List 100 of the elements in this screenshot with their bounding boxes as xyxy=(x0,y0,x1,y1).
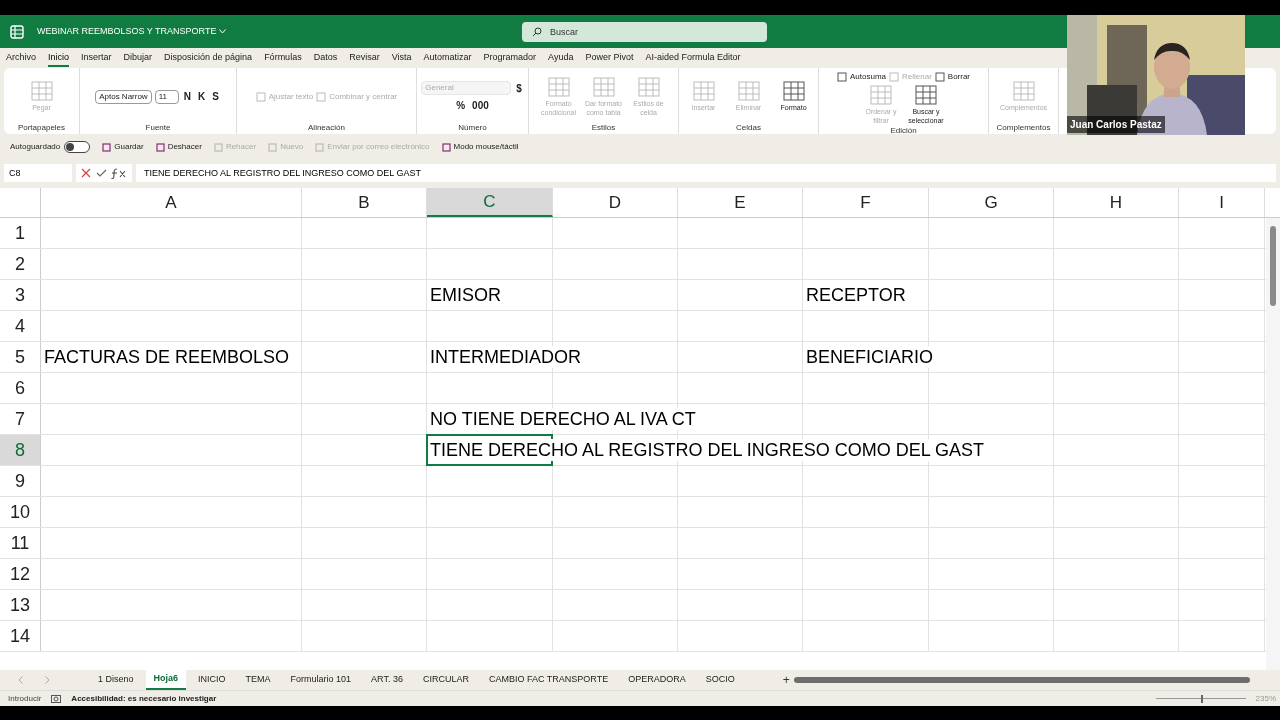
column-header[interactable]: I xyxy=(1179,188,1265,217)
row-header[interactable]: 8 xyxy=(0,435,41,465)
group-label: Alineación xyxy=(307,122,346,134)
group-label: Estilos xyxy=(590,122,617,134)
formula-controls-icon xyxy=(76,164,132,182)
table-icon xyxy=(782,81,805,101)
square-icon xyxy=(102,142,112,152)
menu-tab[interactable]: Vista xyxy=(391,49,412,67)
ribbon-button[interactable]: Autosuma xyxy=(836,71,886,83)
column-header[interactable]: F xyxy=(803,188,929,217)
toolbar-button[interactable]: Deshacer xyxy=(155,141,202,153)
sheet-tab[interactable]: OPERADORA xyxy=(620,670,694,690)
sheet-tab[interactable]: 1 Diseno xyxy=(90,670,142,690)
sheet-tab[interactable]: CAMBIO FAC TRANSPORTE xyxy=(481,670,617,690)
row-header[interactable]: 11 xyxy=(0,528,41,558)
accessibility-status[interactable]: Accesibilidad: es necesario investigar xyxy=(71,692,217,705)
formula-field[interactable]: TIENE DERECHO AL REGISTRO DEL INGRESO COMO DEL GAST xyxy=(136,164,1276,182)
sheet-tab[interactable]: CIRCULAR xyxy=(414,670,477,690)
spreadsheet-icon xyxy=(10,24,24,39)
group-label: Edición xyxy=(889,125,918,137)
column-header[interactable]: H xyxy=(1054,188,1179,217)
sheet-tab[interactable]: SOCIO xyxy=(697,670,743,690)
format-button[interactable]: K xyxy=(195,89,208,104)
menu-tab[interactable]: Ayuda xyxy=(548,49,574,67)
ribbon-button[interactable]: Borrar xyxy=(934,71,971,83)
dropdown-field[interactable]: 11 xyxy=(154,89,179,104)
square-icon xyxy=(255,91,266,102)
sheet-tab[interactable]: ART. 36 xyxy=(363,670,411,690)
toolbar-button[interactable]: Modo mouse/táctil xyxy=(441,141,519,153)
square-icon xyxy=(316,91,327,102)
row-header[interactable]: 14 xyxy=(0,621,41,651)
column-header[interactable]: E xyxy=(678,188,803,217)
name-box[interactable]: C8 xyxy=(4,164,72,182)
cell-text: INTERMEDIADOR xyxy=(430,346,581,368)
search-icon xyxy=(532,27,542,37)
column-header[interactable]: C xyxy=(427,188,553,217)
menu-tab[interactable]: Datos xyxy=(313,49,338,67)
menu-tab[interactable]: Automatizar xyxy=(423,49,472,67)
format-button[interactable]: S xyxy=(210,89,221,104)
row-header[interactable]: 10 xyxy=(0,497,41,527)
row-header[interactable]: 2 xyxy=(0,249,41,279)
row-header[interactable]: 12 xyxy=(0,559,41,589)
menu-tab[interactable]: AI-aided Formula Editor xyxy=(645,49,741,67)
column-header[interactable]: D xyxy=(553,188,678,217)
row-header[interactable]: 4 xyxy=(0,311,41,341)
table-icon xyxy=(1012,81,1035,101)
format-button[interactable]: N xyxy=(181,89,193,104)
dropdown-field[interactable]: Aptos Narrow xyxy=(95,89,152,104)
camera-icon xyxy=(51,694,62,703)
menu-tab[interactable]: Fórmulas xyxy=(264,49,302,67)
table-icon xyxy=(637,76,660,97)
menu-tab[interactable]: Dibujar xyxy=(123,49,153,67)
add-sheet-button[interactable]: + xyxy=(782,671,790,689)
document-title[interactable]: WEBINAR REEMBOLSOS Y TRANSPORTE xyxy=(37,24,217,39)
format-button[interactable]: % xyxy=(454,97,468,113)
square-icon xyxy=(268,142,278,152)
row-header[interactable]: 6 xyxy=(0,373,41,403)
menu-tab[interactable]: Revisar xyxy=(349,49,380,67)
table-icon xyxy=(30,81,53,101)
sheet-tab[interactable]: TEMA xyxy=(237,670,279,690)
cell-text: BENEFICIARIO xyxy=(806,346,934,368)
column-header[interactable]: A xyxy=(41,188,302,217)
table-icon xyxy=(870,85,892,105)
square-icon xyxy=(836,72,847,82)
search-field[interactable]: Buscar xyxy=(522,22,767,42)
table-icon xyxy=(592,76,615,97)
chevron-down-icon xyxy=(219,29,227,34)
sheet-tab[interactable]: Formulario 101 xyxy=(282,670,360,690)
autosave-toggle[interactable] xyxy=(64,141,91,153)
table-icon xyxy=(547,76,570,97)
cell-text: TIENE DERECHO AL REGISTRO DEL INGRESO COMO DEL GAST xyxy=(430,439,985,461)
table-icon xyxy=(692,81,715,101)
sheet-tab[interactable]: Hoja6 xyxy=(145,670,187,690)
vertical-scrollbar[interactable] xyxy=(1266,218,1280,670)
menu-tab[interactable]: Programador xyxy=(483,49,537,67)
menu-tab[interactable]: Disposición de página xyxy=(164,49,253,67)
format-button[interactable]: $ xyxy=(514,80,524,96)
table-icon xyxy=(737,81,760,101)
row-header[interactable]: 5 xyxy=(0,342,41,372)
column-header[interactable]: G xyxy=(929,188,1054,217)
square-icon xyxy=(441,142,451,152)
zoom-slider-thumb[interactable] xyxy=(1200,694,1203,703)
sheet-tab[interactable]: INICIO xyxy=(190,670,234,690)
group-label: Celdas xyxy=(735,122,762,134)
row-header[interactable]: 13 xyxy=(0,590,41,620)
row-header[interactable]: 9 xyxy=(0,466,41,496)
participant-name: Juan Carlos Pastaz xyxy=(1067,116,1165,133)
row-header[interactable]: 3 xyxy=(0,280,41,310)
menu-tab[interactable]: Archivo xyxy=(6,49,36,67)
row-header[interactable]: 7 xyxy=(0,404,41,434)
format-button[interactable]: 000 xyxy=(470,97,491,113)
menu-tab[interactable]: Insertar xyxy=(81,49,112,67)
group-label: Número xyxy=(457,122,488,134)
menu-tab[interactable]: Power Pivot xyxy=(585,49,634,67)
status-mode: Introducir xyxy=(8,692,42,705)
toolbar-button[interactable]: Guardar xyxy=(102,141,144,153)
row-header[interactable]: 1 xyxy=(0,218,41,248)
horizontal-scrollbar[interactable] xyxy=(793,676,1250,684)
square-icon xyxy=(934,72,945,82)
previous-sheet-icon xyxy=(18,676,23,684)
